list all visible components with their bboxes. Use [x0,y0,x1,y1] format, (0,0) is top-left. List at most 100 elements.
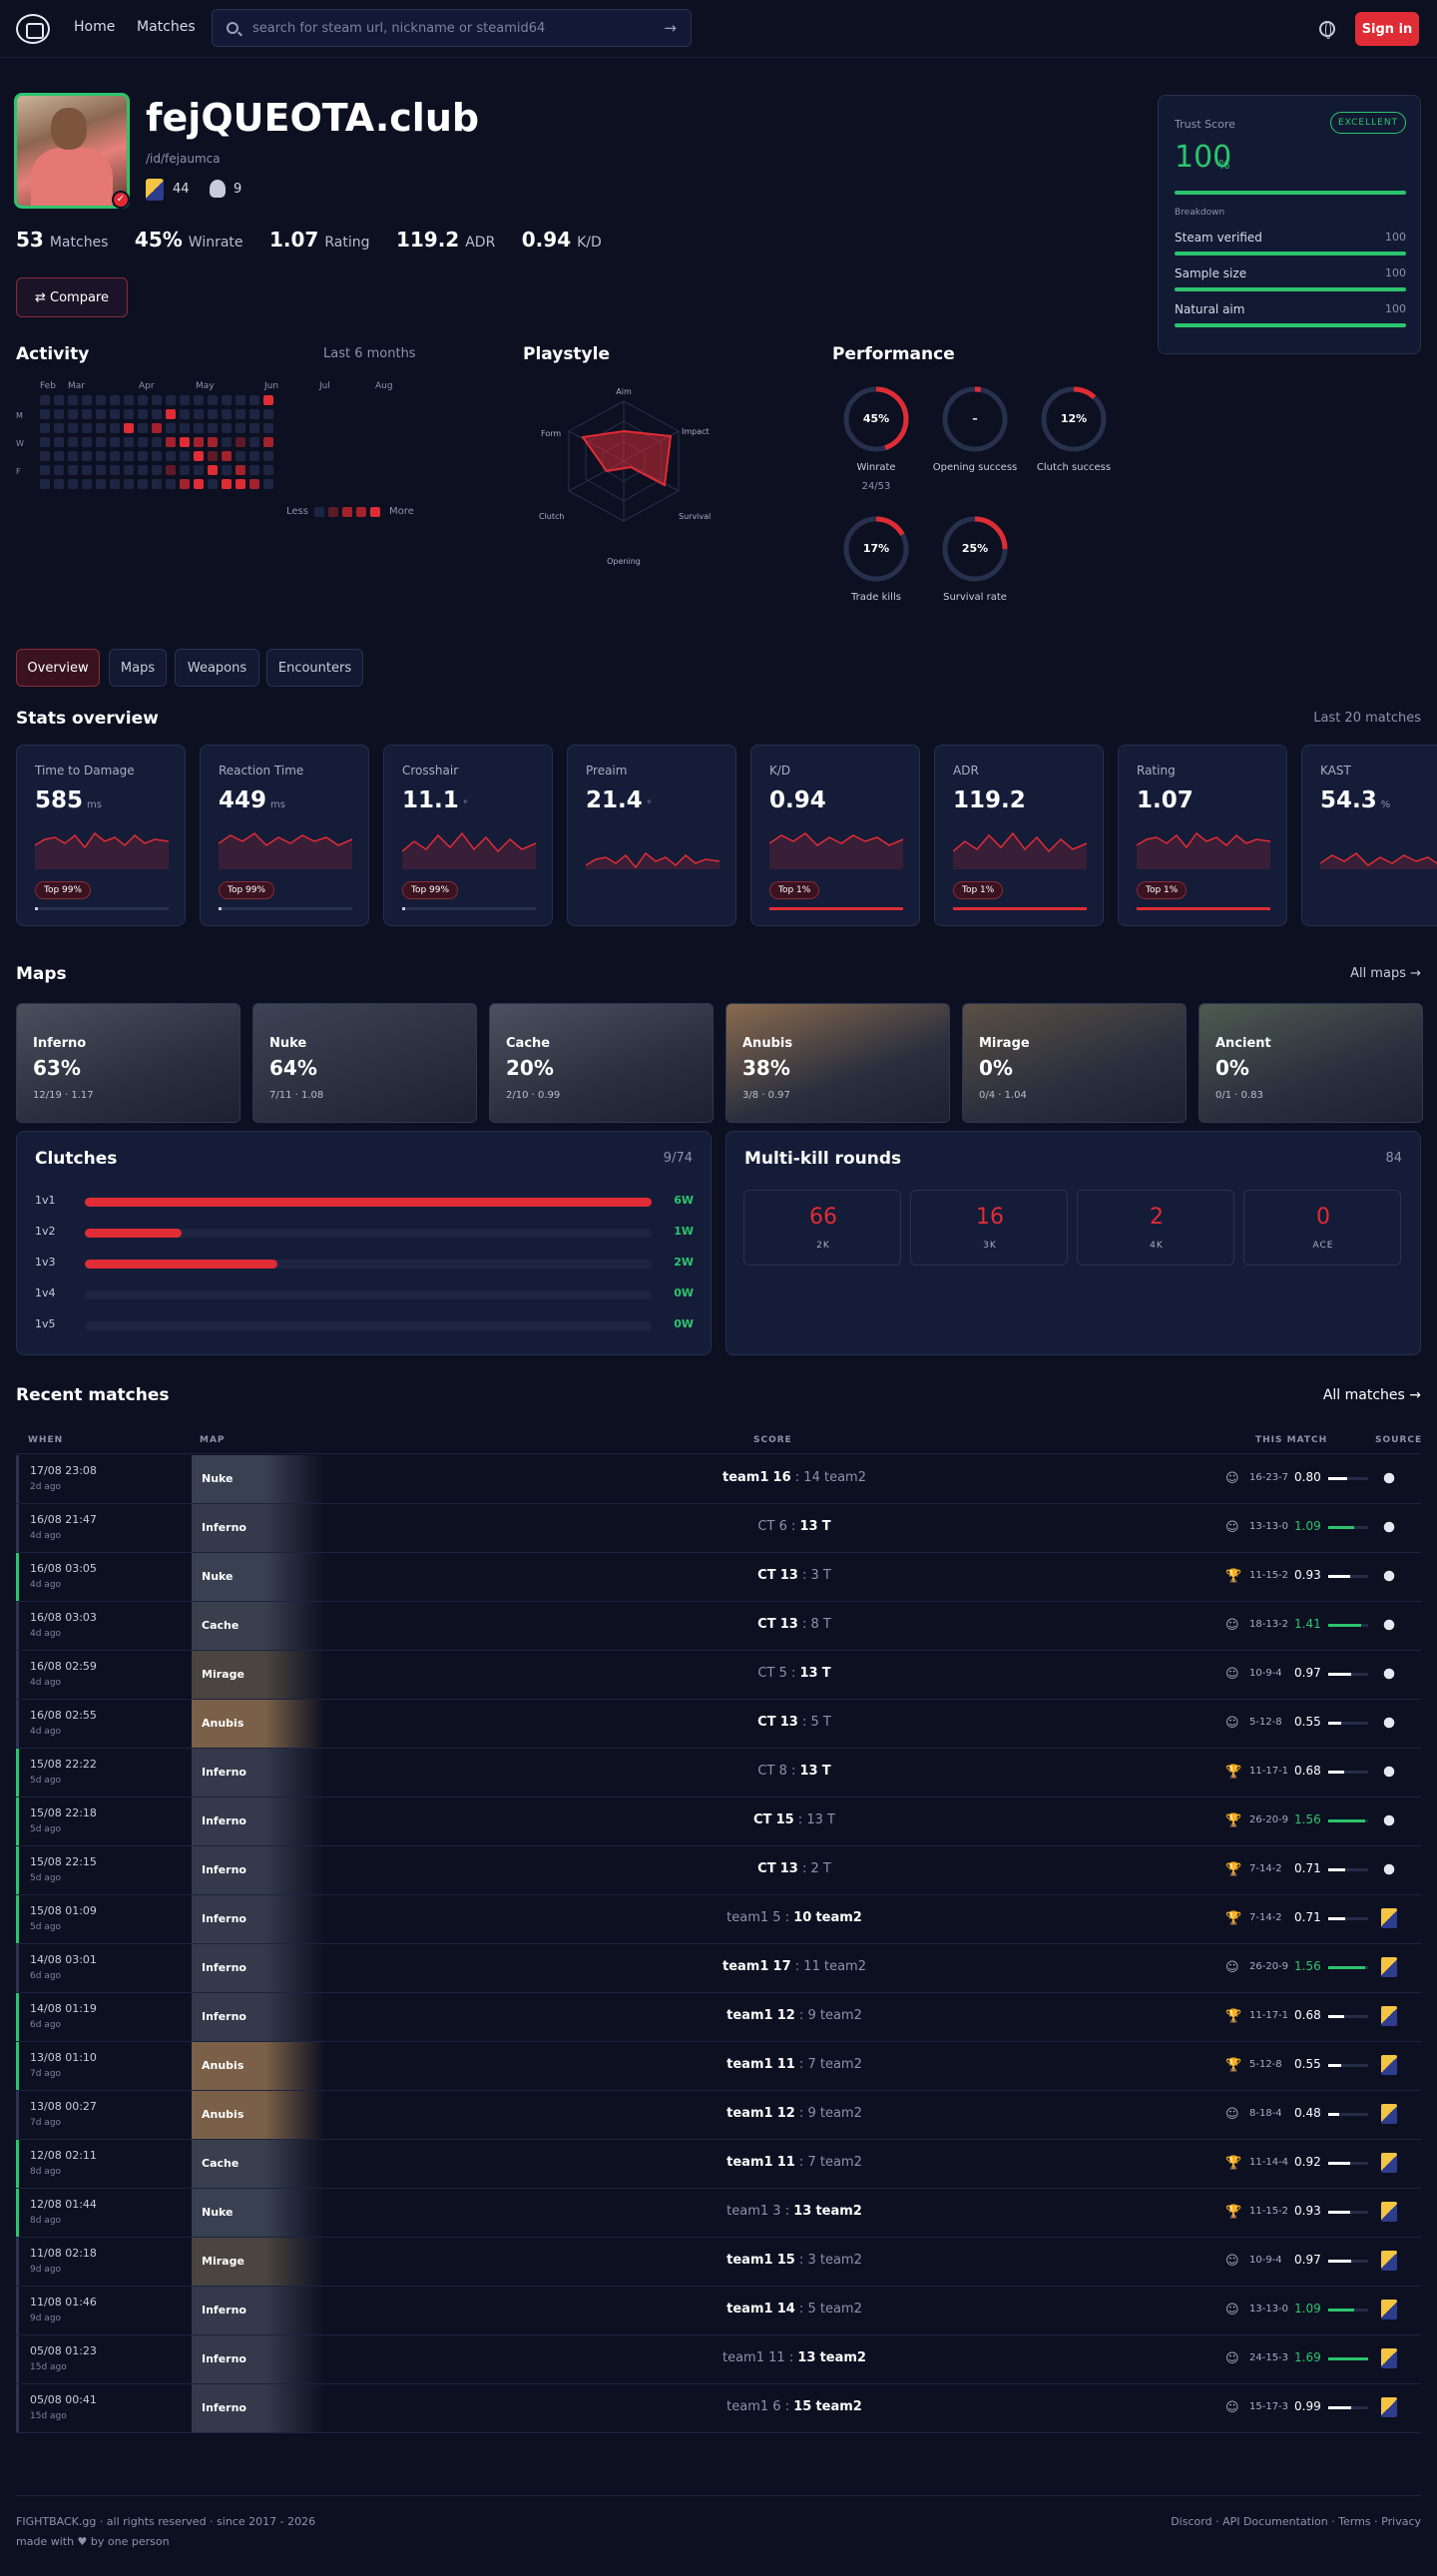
table-row[interactable]: 15/08 22:15 5d ago Inferno CT 13 : 2 T 🏆 7-14… [16,1846,1421,1895]
fightback-source-icon[interactable] [1381,1468,1397,1488]
activity-cell [124,395,134,405]
table-row[interactable]: 14/08 01:19 6d ago Inferno team1 12 : 9 tea… [16,1993,1421,2042]
fightback-source-icon[interactable] [1381,1810,1397,1830]
map-card[interactable]: Inferno 63% 12/19 · 1.17 [16,1003,240,1123]
footer-link-discord[interactable]: Discord [1171,2515,1211,2528]
fightback-source-icon[interactable] [1381,1859,1397,1879]
faceit-source-icon[interactable] [1381,2055,1397,2075]
table-row[interactable]: 13/08 01:10 7d ago Anubis team1 11 : 7 team… [16,2042,1421,2091]
fightback-source-icon[interactable] [1381,1566,1397,1586]
result-marker [16,2287,19,2334]
stat-card[interactable]: ADR 119.2 Top 1% [934,745,1104,926]
col-when: WHEN [28,1435,64,1445]
table-row[interactable]: 16/08 03:03 4d ago Cache CT 13 : 8 T ☺ 18-13-… [16,1602,1421,1651]
team1-name: team1 [726,2253,773,2268]
match-map: Nuke [202,2206,234,2219]
fightback-source-icon[interactable] [1381,1517,1397,1537]
table-row[interactable]: 17/08 23:08 2d ago Nuke team1 16 : 14 team2… [16,1455,1421,1504]
stat-card[interactable]: Preaim 21.4 ° [567,745,736,926]
map-card-winrate: 63% [33,1056,81,1080]
table-row[interactable]: 11/08 01:46 9d ago Inferno team1 14 : 5 tea… [16,2287,1421,2335]
table-row[interactable]: 13/08 00:27 7d ago Anubis team1 12 : 9 team… [16,2091,1421,2140]
table-row[interactable]: 15/08 01:09 5d ago Inferno team1 5 : 10 tea… [16,1895,1421,1944]
month-label: Jul [319,381,330,391]
footer-link-privacy[interactable]: Privacy [1381,2515,1421,2528]
fightback-source-icon[interactable] [1381,1713,1397,1733]
stat-card[interactable]: KAST 54.3% [1301,745,1437,926]
faceit-source-icon[interactable] [1381,2348,1397,2368]
month-label: Apr [139,381,155,391]
arrow-right-icon[interactable]: → [664,19,677,37]
fightback-source-icon[interactable] [1381,1762,1397,1782]
faceit-source-icon[interactable] [1381,2300,1397,2319]
map-card[interactable]: Nuke 64% 7/11 · 1.08 [252,1003,477,1123]
stat-card[interactable]: K/D 0.94 Top 1% [750,745,920,926]
table-row[interactable]: 16/08 02:55 4d ago Anubis CT 13 : 5 T ☺ 5-12-… [16,1700,1421,1749]
table-row[interactable]: 15/08 22:22 5d ago Inferno CT 8 : 13 T 🏆 11-1… [16,1749,1421,1798]
table-row[interactable]: 16/08 21:47 4d ago Inferno CT 6 : 13 T ☺ 13-1… [16,1504,1421,1553]
faceit-source-icon[interactable] [1381,2104,1397,2124]
globe-icon[interactable] [1319,21,1335,39]
table-row[interactable]: 12/08 02:11 8d ago Cache team1 11 : 7 team2… [16,2140,1421,2189]
faceit-source-icon[interactable] [1381,2153,1397,2173]
map-card[interactable]: Anubis 38% 3/8 · 0.97 [725,1003,950,1123]
clutch-label: 1v2 [35,1225,56,1238]
search-input[interactable]: search for steam url, nickname or steami… [212,9,692,47]
tab-maps[interactable]: Maps [109,649,167,687]
stats-overview-title: Stats overview [16,709,159,729]
sign-in-button[interactable]: Sign in [1355,12,1419,46]
stat-card[interactable]: Rating 1.07 Top 1% [1118,745,1287,926]
nav-matches[interactable]: Matches [137,19,196,35]
table-row[interactable]: 05/08 01:23 15d ago Inferno team1 11 : 13 t… [16,2335,1421,2384]
all-maps-link[interactable]: All maps → [1350,966,1421,981]
faceit-source-icon[interactable] [1381,2397,1397,2417]
tab-overview[interactable]: Overview [16,649,100,687]
fightback-source-icon[interactable] [1381,1664,1397,1684]
footer-link-terms[interactable]: Terms [1338,2515,1370,2528]
table-row[interactable]: 14/08 03:01 6d ago Inferno team1 17 : 11 te… [16,1944,1421,1993]
activity-cell [82,437,92,447]
faceit-source-icon[interactable] [1381,2202,1397,2222]
trust-title: Trust Score [1175,118,1235,131]
faceit-source-icon[interactable] [1381,2006,1397,2026]
stat-rank-badge: Top 1% [769,881,820,899]
footer-link-api[interactable]: API Documentation [1222,2515,1328,2528]
map-card[interactable]: Cache 20% 2/10 · 0.99 [489,1003,714,1123]
rating-fill [1328,2162,1350,2165]
site-logo[interactable] [16,14,50,44]
team2-score: 13 [799,1666,818,1681]
table-row[interactable]: 12/08 01:44 8d ago Nuke team1 3 : 13 team2 🏆… [16,2189,1421,2238]
faceit-source-icon[interactable] [1381,1957,1397,1977]
team2-name: team2 [815,2399,862,2414]
activity-cell [222,465,232,475]
stat-card[interactable]: Time to Damage 585 ms Top 99% [16,745,186,926]
fightback-source-icon[interactable] [1381,1615,1397,1635]
table-row[interactable]: 05/08 00:41 15d ago Inferno team1 6 : 15 te… [16,2384,1421,2433]
all-matches-link[interactable]: All matches → [1323,1387,1421,1403]
compare-icon: ⇄ [34,289,51,305]
nav-home[interactable]: Home [74,19,115,35]
map-card-sub: 0/1 · 0.83 [1215,1090,1263,1101]
tab-encounters[interactable]: Encounters [266,649,363,687]
table-row[interactable]: 11/08 02:18 9d ago Mirage team1 15 : 3 team… [16,2238,1421,2287]
stat-card[interactable]: Crosshair 11.1 ° Top 99% [383,745,553,926]
match-kda: 24-15-3 [1249,2352,1289,2363]
compare-button[interactable]: ⇄ Compare [16,277,128,317]
stat-card[interactable]: Reaction Time 449 ms Top 99% [200,745,369,926]
multikill-label: 4K [1150,1241,1164,1251]
map-card-name: Cache [506,1036,551,1051]
tab-weapons[interactable]: Weapons [175,649,259,687]
match-map: Inferno [202,2304,246,2317]
activity-cell [68,437,78,447]
table-row[interactable]: 15/08 22:18 5d ago Inferno CT 15 : 13 T 🏆 26-… [16,1798,1421,1846]
table-row[interactable]: 16/08 03:05 4d ago Nuke CT 13 : 3 T 🏆 11-15-2… [16,1553,1421,1602]
map-card-winrate: 20% [506,1056,554,1080]
footer-sep: · [1374,2515,1378,2528]
table-row[interactable]: 16/08 02:59 4d ago Mirage CT 5 : 13 T ☺ 10-9-… [16,1651,1421,1700]
playstyle-title: Playstyle [523,344,611,364]
faceit-source-icon[interactable] [1381,2251,1397,2271]
match-rating: 0.92 [1294,2155,1321,2169]
faceit-source-icon[interactable] [1381,1908,1397,1928]
map-card[interactable]: Ancient 0% 0/1 · 0.83 [1198,1003,1423,1123]
map-card[interactable]: Mirage 0% 0/4 · 1.04 [962,1003,1187,1123]
